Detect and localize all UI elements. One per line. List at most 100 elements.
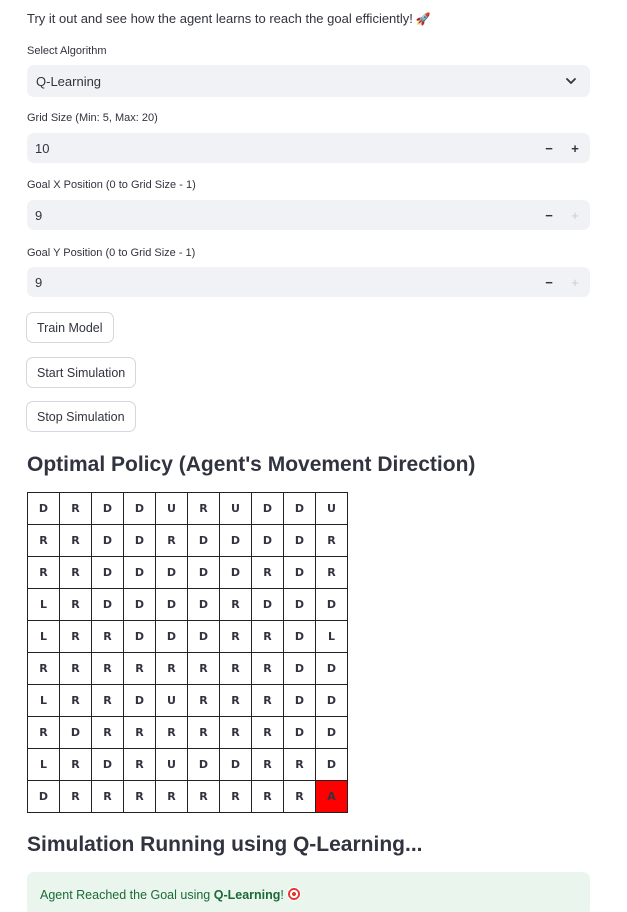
- policy-grid-cell: L: [27, 620, 60, 653]
- policy-grid-cell: R: [59, 588, 92, 621]
- goal-y-value: 9: [35, 274, 43, 290]
- policy-grid-row: LRRDURRRDD: [27, 684, 348, 717]
- goal-y-input[interactable]: 9 − +: [27, 267, 590, 297]
- start-simulation-button[interactable]: Start Simulation: [26, 357, 137, 388]
- policy-grid-cell: D: [283, 492, 316, 525]
- policy-grid-row: RRRRRRRRDD: [27, 652, 348, 685]
- policy-grid-cell: U: [219, 492, 252, 525]
- policy-grid-cell: D: [283, 716, 316, 749]
- agent-goal-cell: A: [315, 780, 348, 813]
- policy-grid-cell: R: [123, 716, 156, 749]
- policy-grid-cell: R: [155, 780, 188, 813]
- policy-grid-cell: D: [91, 588, 124, 621]
- policy-grid-cell: L: [315, 620, 348, 653]
- policy-grid-cell: R: [251, 556, 284, 589]
- policy-grid-cell: D: [315, 716, 348, 749]
- policy-grid-cell: D: [123, 492, 156, 525]
- goal-y-increment-button[interactable]: +: [562, 267, 588, 297]
- success-prefix: Agent Reached the Goal using: [40, 888, 214, 902]
- policy-grid-row: LRDDDDRDDD: [27, 588, 348, 621]
- policy-grid-cell: R: [251, 652, 284, 685]
- policy-grid-cell: D: [315, 588, 348, 621]
- policy-grid-cell: R: [155, 652, 188, 685]
- policy-grid-cell: D: [123, 524, 156, 557]
- policy-grid-cell: R: [59, 620, 92, 653]
- success-suffix: !: [280, 888, 284, 902]
- policy-grid-cell: D: [123, 588, 156, 621]
- policy-grid-cell: R: [251, 748, 284, 781]
- policy-grid-cell: D: [219, 748, 252, 781]
- policy-grid-cell: D: [123, 684, 156, 717]
- policy-grid-cell: R: [187, 684, 220, 717]
- policy-grid-cell: D: [155, 620, 188, 653]
- policy-grid-cell: R: [315, 556, 348, 589]
- policy-grid-cell: D: [155, 556, 188, 589]
- goal-x-value: 9: [35, 207, 43, 223]
- policy-grid-cell: D: [283, 620, 316, 653]
- policy-grid-cell: U: [155, 492, 188, 525]
- goal-x-increment-button[interactable]: +: [562, 200, 588, 230]
- simulation-heading: Simulation Running using Q-Learning...: [27, 833, 423, 856]
- policy-heading: Optimal Policy (Agent's Movement Directi…: [27, 453, 476, 476]
- policy-grid-cell: R: [91, 652, 124, 685]
- policy-grid-cell: U: [315, 492, 348, 525]
- policy-grid-cell: L: [27, 748, 60, 781]
- goal-y-decrement-button[interactable]: −: [536, 267, 562, 297]
- goal-y-label: Goal Y Position (0 to Grid Size - 1): [27, 247, 196, 259]
- policy-grid-cell: R: [251, 620, 284, 653]
- policy-grid-cell: D: [251, 588, 284, 621]
- policy-grid-cell: R: [123, 780, 156, 813]
- policy-grid-cell: R: [59, 748, 92, 781]
- policy-grid-cell: R: [59, 780, 92, 813]
- success-alert: Agent Reached the Goal using Q-Learning!: [27, 872, 590, 912]
- stop-simulation-button[interactable]: Stop Simulation: [26, 401, 136, 432]
- policy-grid-cell: R: [219, 716, 252, 749]
- grid-size-input[interactable]: 10 − +: [27, 133, 590, 163]
- policy-grid-cell: R: [59, 684, 92, 717]
- target-icon: [286, 887, 301, 901]
- policy-grid-cell: R: [187, 652, 220, 685]
- policy-grid-cell: R: [59, 492, 92, 525]
- algorithm-select[interactable]: Q-Learning: [27, 65, 590, 97]
- policy-grid-cell: L: [27, 588, 60, 621]
- success-algorithm: Q-Learning: [213, 888, 281, 902]
- policy-grid-cell: R: [283, 748, 316, 781]
- goal-x-label: Goal X Position (0 to Grid Size - 1): [27, 179, 196, 191]
- policy-grid-cell: D: [27, 492, 60, 525]
- policy-grid-cell: D: [251, 524, 284, 557]
- policy-grid-cell: R: [187, 780, 220, 813]
- policy-grid-cell: D: [283, 684, 316, 717]
- policy-grid-cell: U: [155, 684, 188, 717]
- policy-grid-cell: R: [251, 684, 284, 717]
- grid-size-decrement-button[interactable]: −: [536, 133, 562, 163]
- policy-grid-cell: D: [91, 748, 124, 781]
- policy-grid-cell: D: [283, 524, 316, 557]
- grid-size-value: 10: [35, 140, 50, 156]
- policy-grid-cell: D: [315, 748, 348, 781]
- policy-grid-cell: D: [315, 652, 348, 685]
- policy-grid-cell: R: [27, 556, 60, 589]
- goal-x-input[interactable]: 9 − +: [27, 200, 590, 230]
- policy-grid-cell: D: [123, 620, 156, 653]
- policy-grid-cell: D: [187, 524, 220, 557]
- policy-grid-cell: R: [219, 684, 252, 717]
- policy-grid-cell: R: [91, 716, 124, 749]
- policy-grid-cell: R: [123, 748, 156, 781]
- goal-x-decrement-button[interactable]: −: [536, 200, 562, 230]
- policy-grid-cell: D: [219, 556, 252, 589]
- policy-grid-cell: R: [59, 556, 92, 589]
- policy-grid-cell: R: [219, 780, 252, 813]
- policy-grid-cell: D: [27, 780, 60, 813]
- policy-grid-cell: R: [91, 620, 124, 653]
- policy-grid-cell: D: [91, 556, 124, 589]
- policy-grid-cell: R: [219, 620, 252, 653]
- policy-grid-cell: D: [187, 748, 220, 781]
- policy-grid-cell: R: [27, 716, 60, 749]
- policy-grid-cell: D: [187, 556, 220, 589]
- grid-size-increment-button[interactable]: +: [562, 133, 588, 163]
- policy-grid-cell: D: [283, 588, 316, 621]
- grid-size-label: Grid Size (Min: 5, Max: 20): [27, 112, 158, 124]
- train-model-button[interactable]: Train Model: [26, 312, 114, 343]
- policy-grid-cell: D: [91, 524, 124, 557]
- policy-grid-cell: D: [283, 556, 316, 589]
